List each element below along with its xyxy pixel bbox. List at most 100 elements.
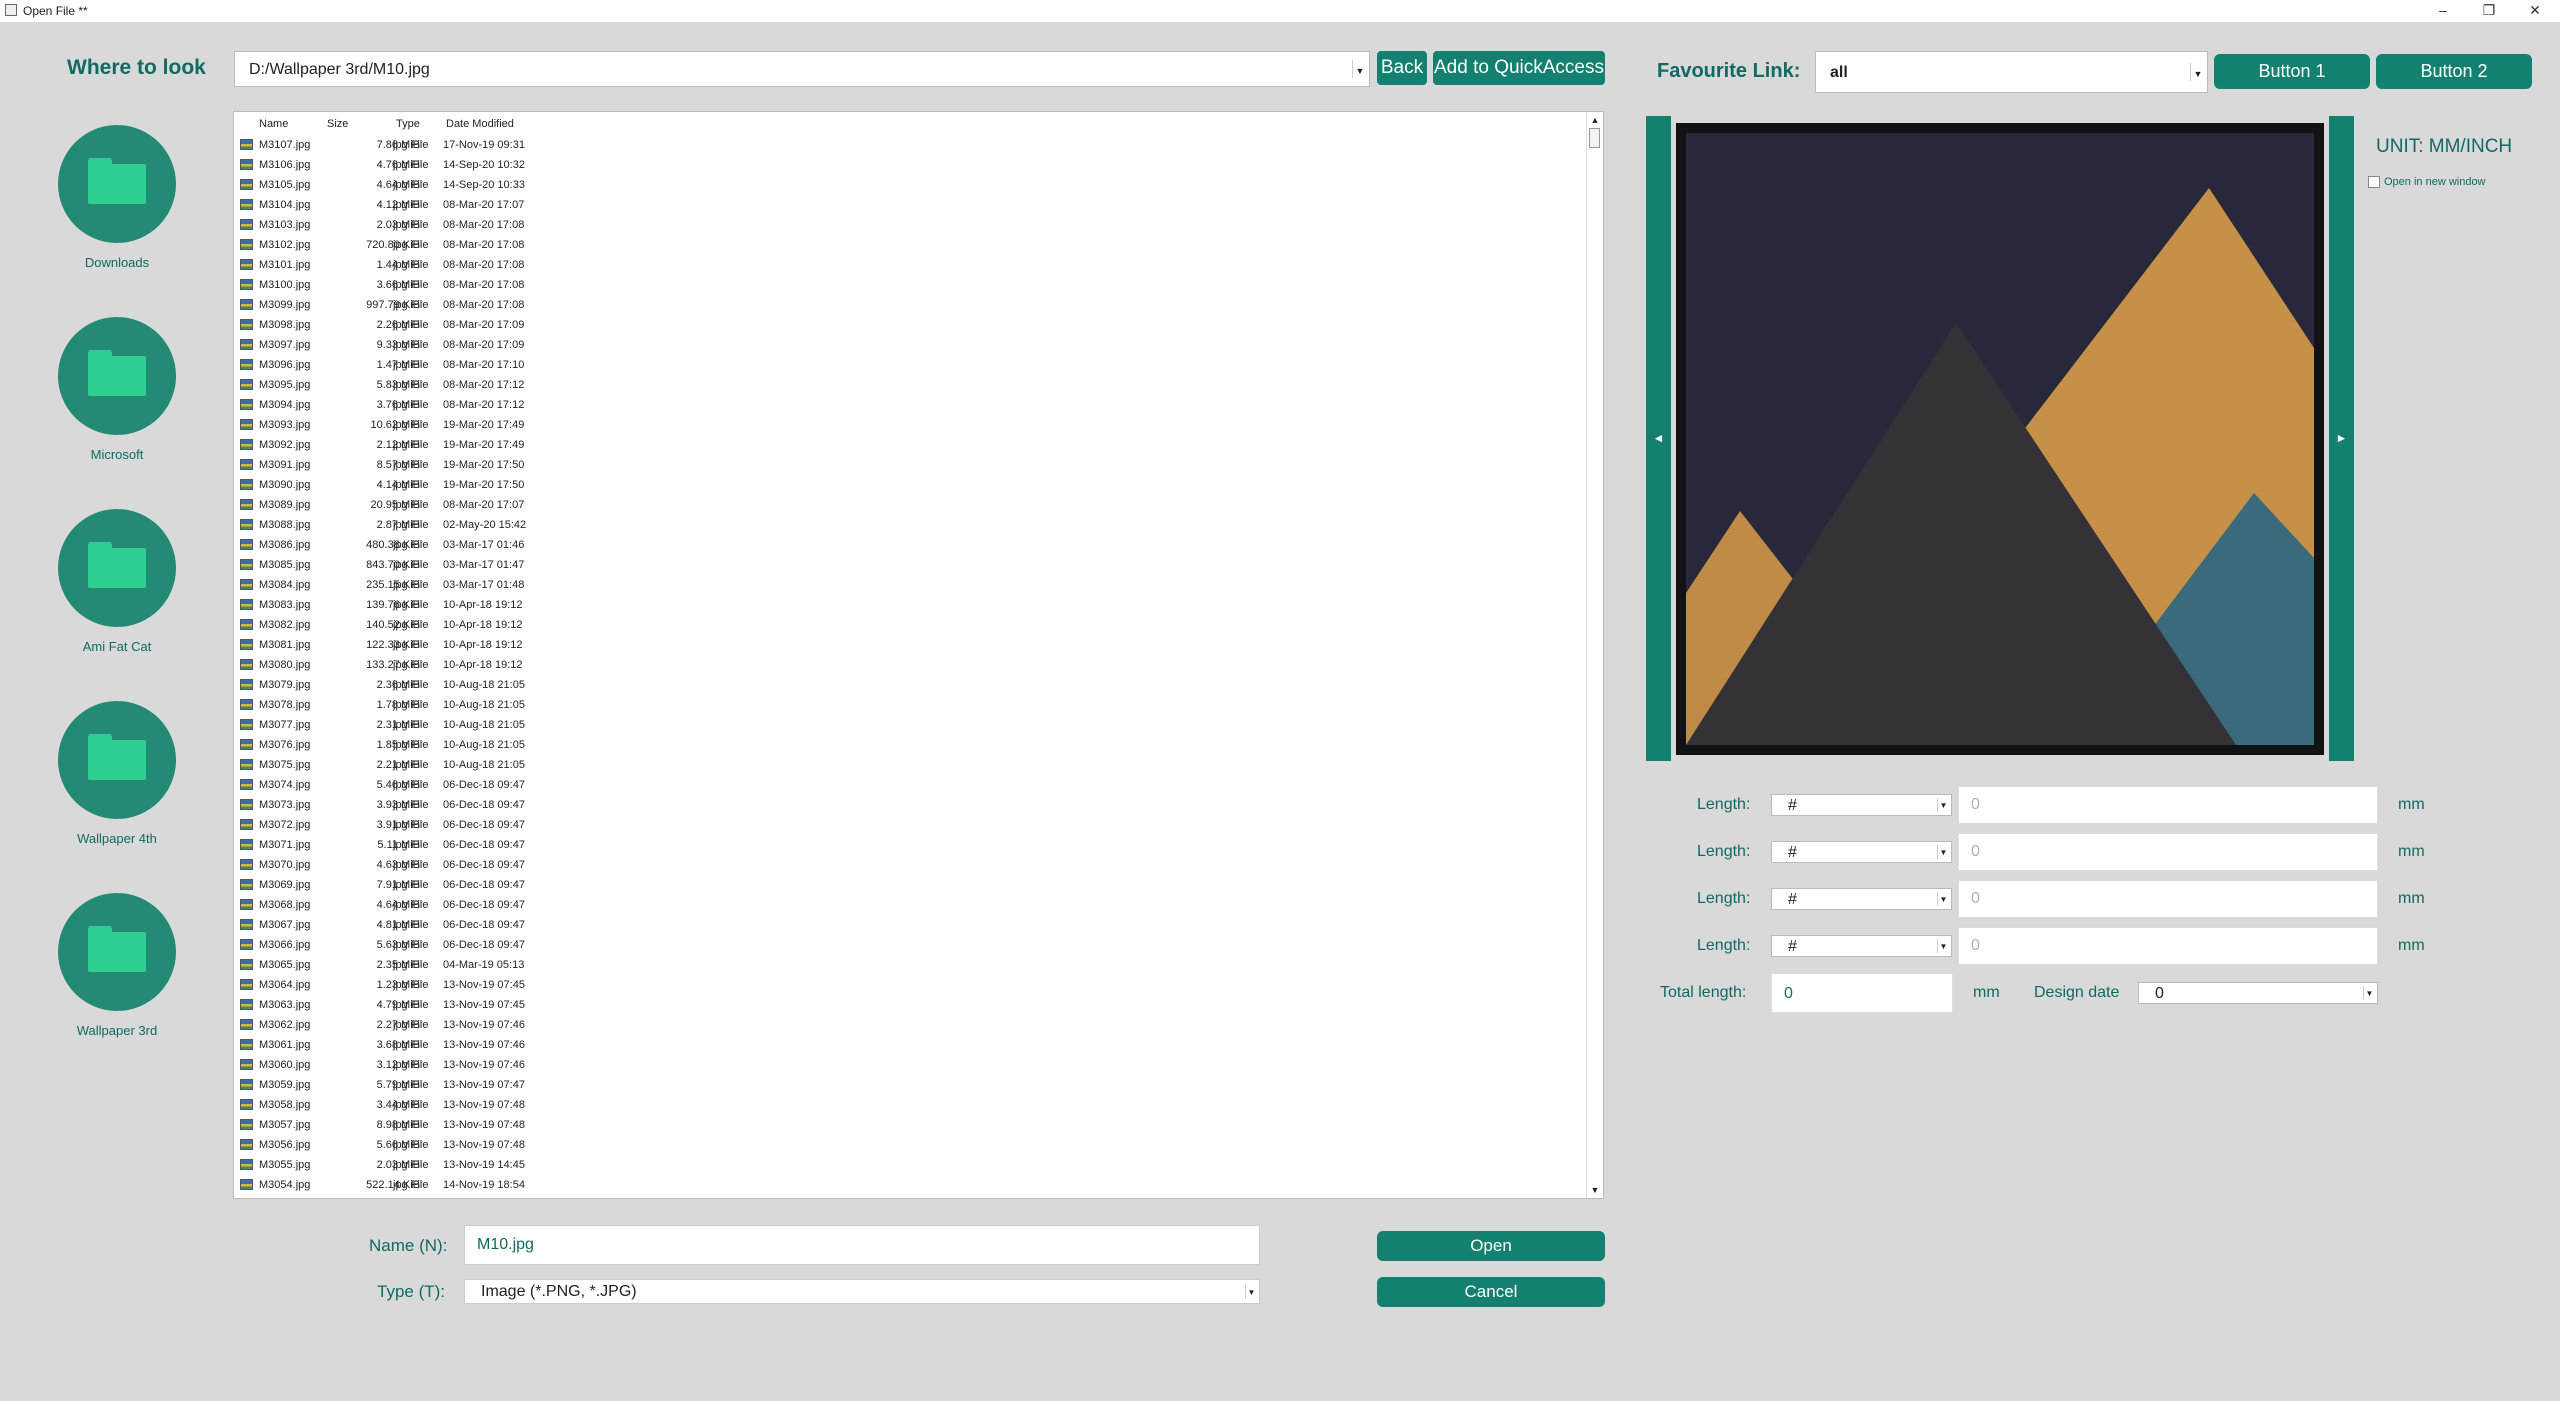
quick-access-item[interactable]: Microsoft bbox=[58, 317, 176, 462]
column-header-size[interactable]: Size bbox=[327, 118, 348, 130]
table-row[interactable]: M3088.jpg 2.87 MiB jpg File 02-May-20 15:42 bbox=[234, 515, 1574, 535]
table-row[interactable]: M3100.jpg 3.66 MiB jpg File 08-Mar-20 17:08 bbox=[234, 275, 1574, 295]
quick-access-item[interactable]: Downloads bbox=[58, 125, 176, 270]
table-row[interactable]: M3078.jpg 1.78 MiB jpg File 10-Aug-18 21:05 bbox=[234, 695, 1574, 715]
cancel-button[interactable]: Cancel bbox=[1377, 1277, 1605, 1307]
file-list[interactable]: Name Size Type Date Modified M3107.jpg 7.… bbox=[233, 111, 1604, 1199]
table-row[interactable]: M3059.jpg 5.79 MiB jpg File 13-Nov-19 07:47 bbox=[234, 1075, 1574, 1095]
table-row[interactable]: M3066.jpg 5.63 MiB jpg File 06-Dec-18 09:47 bbox=[234, 935, 1574, 955]
folder-button[interactable] bbox=[58, 893, 176, 1011]
table-row[interactable]: M3072.jpg 3.91 MiB jpg File 06-Dec-18 09:47 bbox=[234, 815, 1574, 835]
table-row[interactable]: M3061.jpg 3.68 MiB jpg File 13-Nov-19 07:46 bbox=[234, 1035, 1574, 1055]
total-length-field[interactable]: 0 bbox=[1771, 973, 1953, 1013]
table-row[interactable]: M3074.jpg 5.46 MiB jpg File 06-Dec-18 09:47 bbox=[234, 775, 1574, 795]
table-row[interactable]: M3107.jpg 7.86 MiB jpg File 17-Nov-19 09:31 bbox=[234, 135, 1574, 155]
table-row[interactable]: M3091.jpg 8.57 MiB jpg File 19-Mar-20 17:50 bbox=[234, 455, 1574, 475]
close-button[interactable]: ✕ bbox=[2512, 0, 2558, 22]
table-row[interactable]: M3103.jpg 2.03 MiB jpg File 08-Mar-20 17:08 bbox=[234, 215, 1574, 235]
column-header-type[interactable]: Type bbox=[396, 118, 420, 130]
table-row[interactable]: M3084.jpg 235.15 KiB jpg File 03-Mar-17 01:… bbox=[234, 575, 1574, 595]
length-unit-select[interactable]: # ▼ bbox=[1771, 888, 1952, 910]
button-2[interactable]: Button 2 bbox=[2376, 54, 2532, 89]
length-field[interactable]: 0 bbox=[1958, 880, 2378, 918]
table-row[interactable]: M3060.jpg 3.12 MiB jpg File 13-Nov-19 07:46 bbox=[234, 1055, 1574, 1075]
column-header-name[interactable]: Name bbox=[259, 118, 288, 130]
table-row[interactable]: M3081.jpg 122.33 KiB jpg File 10-Apr-18 19:… bbox=[234, 635, 1574, 655]
length-field[interactable]: 0 bbox=[1958, 786, 2378, 824]
quick-access-item[interactable]: Wallpaper 3rd bbox=[58, 893, 176, 1038]
table-row[interactable]: M3055.jpg 2.03 MiB jpg File 13-Nov-19 14:45 bbox=[234, 1155, 1574, 1175]
file-list-scrollbar[interactable]: ▲ ▼ bbox=[1586, 112, 1603, 1198]
table-row[interactable]: M3086.jpg 480.38 KiB jpg File 03-Mar-17 01:… bbox=[234, 535, 1574, 555]
maximize-button[interactable]: ❐ bbox=[2466, 0, 2512, 22]
table-row[interactable]: M3098.jpg 2.26 MiB jpg File 08-Mar-20 17:09 bbox=[234, 315, 1574, 335]
chevron-down-icon[interactable]: ▼ bbox=[1352, 60, 1367, 78]
table-row[interactable]: M3073.jpg 3.93 MiB jpg File 06-Dec-18 09:47 bbox=[234, 795, 1574, 815]
length-unit-select[interactable]: # ▼ bbox=[1771, 841, 1952, 863]
length-unit-select[interactable]: # ▼ bbox=[1771, 935, 1952, 957]
length-field[interactable]: 0 bbox=[1958, 927, 2378, 965]
table-row[interactable]: M3064.jpg 1.23 MiB jpg File 13-Nov-19 07:45 bbox=[234, 975, 1574, 995]
chevron-down-icon[interactable]: ▼ bbox=[1245, 1284, 1257, 1299]
design-date-select[interactable]: 0 ▼ bbox=[2138, 982, 2378, 1004]
open-button[interactable]: Open bbox=[1377, 1231, 1605, 1261]
table-row[interactable]: M3097.jpg 9.33 MiB jpg File 08-Mar-20 17:09 bbox=[234, 335, 1574, 355]
folder-button[interactable] bbox=[58, 701, 176, 819]
next-image-button[interactable]: ► bbox=[2329, 116, 2354, 761]
table-row[interactable]: M3058.jpg 3.44 MiB jpg File 13-Nov-19 07:48 bbox=[234, 1095, 1574, 1115]
table-row[interactable]: M3069.jpg 7.91 MiB jpg File 06-Dec-18 09:47 bbox=[234, 875, 1574, 895]
table-row[interactable]: M3101.jpg 1.44 MiB jpg File 08-Mar-20 17:08 bbox=[234, 255, 1574, 275]
chevron-down-icon[interactable]: ▼ bbox=[1937, 845, 1949, 859]
table-row[interactable]: M3075.jpg 2.21 MiB jpg File 10-Aug-18 21:05 bbox=[234, 755, 1574, 775]
folder-button[interactable] bbox=[58, 317, 176, 435]
table-row[interactable]: M3096.jpg 1.47 MiB jpg File 08-Mar-20 17:10 bbox=[234, 355, 1574, 375]
folder-button[interactable] bbox=[58, 509, 176, 627]
table-row[interactable]: M3095.jpg 5.83 MiB jpg File 08-Mar-20 17:12 bbox=[234, 375, 1574, 395]
type-select[interactable]: Image (*.PNG, *.JPG) ▼ bbox=[464, 1279, 1260, 1304]
table-row[interactable]: M3068.jpg 4.64 MiB jpg File 06-Dec-18 09:47 bbox=[234, 895, 1574, 915]
name-field[interactable]: M10.jpg bbox=[464, 1225, 1260, 1265]
column-header-date[interactable]: Date Modified bbox=[446, 118, 514, 130]
table-row[interactable]: M3080.jpg 133.27 KiB jpg File 10-Apr-18 19:… bbox=[234, 655, 1574, 675]
length-unit-select[interactable]: # ▼ bbox=[1771, 794, 1952, 816]
table-row[interactable]: M3105.jpg 4.64 MiB jpg File 14-Sep-20 10:33 bbox=[234, 175, 1574, 195]
favourite-link-combobox[interactable]: all ▼ bbox=[1815, 51, 2208, 93]
path-combobox[interactable]: D:/Wallpaper 3rd/M10.jpg ▼ bbox=[234, 51, 1370, 87]
table-row[interactable]: M3076.jpg 1.85 MiB jpg File 10-Aug-18 21:05 bbox=[234, 735, 1574, 755]
chevron-down-icon[interactable]: ▼ bbox=[2190, 63, 2205, 81]
table-row[interactable]: M3104.jpg 4.12 MiB jpg File 08-Mar-20 17:07 bbox=[234, 195, 1574, 215]
minimize-button[interactable]: – bbox=[2420, 0, 2466, 22]
chevron-down-icon[interactable]: ▼ bbox=[2363, 986, 2375, 1000]
table-row[interactable]: M3079.jpg 2.36 MiB jpg File 10-Aug-18 21:05 bbox=[234, 675, 1574, 695]
table-row[interactable]: M3090.jpg 4.14 MiB jpg File 19-Mar-20 17:50 bbox=[234, 475, 1574, 495]
back-button[interactable]: Back bbox=[1377, 51, 1427, 85]
open-new-window-checkbox[interactable]: Open in new window bbox=[2368, 176, 2486, 189]
table-row[interactable]: M3071.jpg 5.11 MiB jpg File 06-Dec-18 09:47 bbox=[234, 835, 1574, 855]
table-row[interactable]: M3102.jpg 720.80 KiB jpg File 08-Mar-20 17:… bbox=[234, 235, 1574, 255]
table-row[interactable]: M3067.jpg 4.81 MiB jpg File 06-Dec-18 09:47 bbox=[234, 915, 1574, 935]
table-row[interactable]: M3094.jpg 3.76 MiB jpg File 08-Mar-20 17:12 bbox=[234, 395, 1574, 415]
scroll-up-icon[interactable]: ▲ bbox=[1587, 112, 1603, 128]
table-row[interactable]: M3082.jpg 140.52 KiB jpg File 10-Apr-18 19:… bbox=[234, 615, 1574, 635]
table-row[interactable]: M3083.jpg 139.76 KiB jpg File 10-Apr-18 19:… bbox=[234, 595, 1574, 615]
checkbox-icon[interactable] bbox=[2368, 176, 2380, 189]
button-1[interactable]: Button 1 bbox=[2214, 54, 2370, 89]
previous-image-button[interactable]: ◄ bbox=[1646, 116, 1671, 761]
chevron-down-icon[interactable]: ▼ bbox=[1937, 892, 1949, 906]
chevron-down-icon[interactable]: ▼ bbox=[1937, 939, 1949, 953]
scroll-thumb[interactable] bbox=[1589, 128, 1600, 148]
add-to-quickaccess-button[interactable]: Add to QuickAccess bbox=[1433, 51, 1605, 85]
table-row[interactable]: M3057.jpg 8.98 MiB jpg File 13-Nov-19 07:48 bbox=[234, 1115, 1574, 1135]
table-row[interactable]: M3063.jpg 4.79 MiB jpg File 13-Nov-19 07:45 bbox=[234, 995, 1574, 1015]
scroll-down-icon[interactable]: ▼ bbox=[1587, 1182, 1603, 1198]
table-row[interactable]: M3085.jpg 843.70 KiB jpg File 03-Mar-17 01:… bbox=[234, 555, 1574, 575]
table-row[interactable]: M3093.jpg 10.62 MiB jpg File 19-Mar-20 17:4… bbox=[234, 415, 1574, 435]
table-row[interactable]: M3077.jpg 2.31 MiB jpg File 10-Aug-18 21:05 bbox=[234, 715, 1574, 735]
folder-button[interactable] bbox=[58, 125, 176, 243]
table-row[interactable]: M3099.jpg 997.79 KiB jpg File 08-Mar-20 17:… bbox=[234, 295, 1574, 315]
quick-access-item[interactable]: Wallpaper 4th bbox=[58, 701, 176, 846]
table-row[interactable]: M3065.jpg 2.35 MiB jpg File 04-Mar-19 05:13 bbox=[234, 955, 1574, 975]
table-row[interactable]: M3106.jpg 4.76 MiB jpg File 14-Sep-20 10:32 bbox=[234, 155, 1574, 175]
table-row[interactable]: M3089.jpg 20.95 MiB jpg File 08-Mar-20 17:0… bbox=[234, 495, 1574, 515]
table-row[interactable]: M3092.jpg 2.12 MiB jpg File 19-Mar-20 17:49 bbox=[234, 435, 1574, 455]
